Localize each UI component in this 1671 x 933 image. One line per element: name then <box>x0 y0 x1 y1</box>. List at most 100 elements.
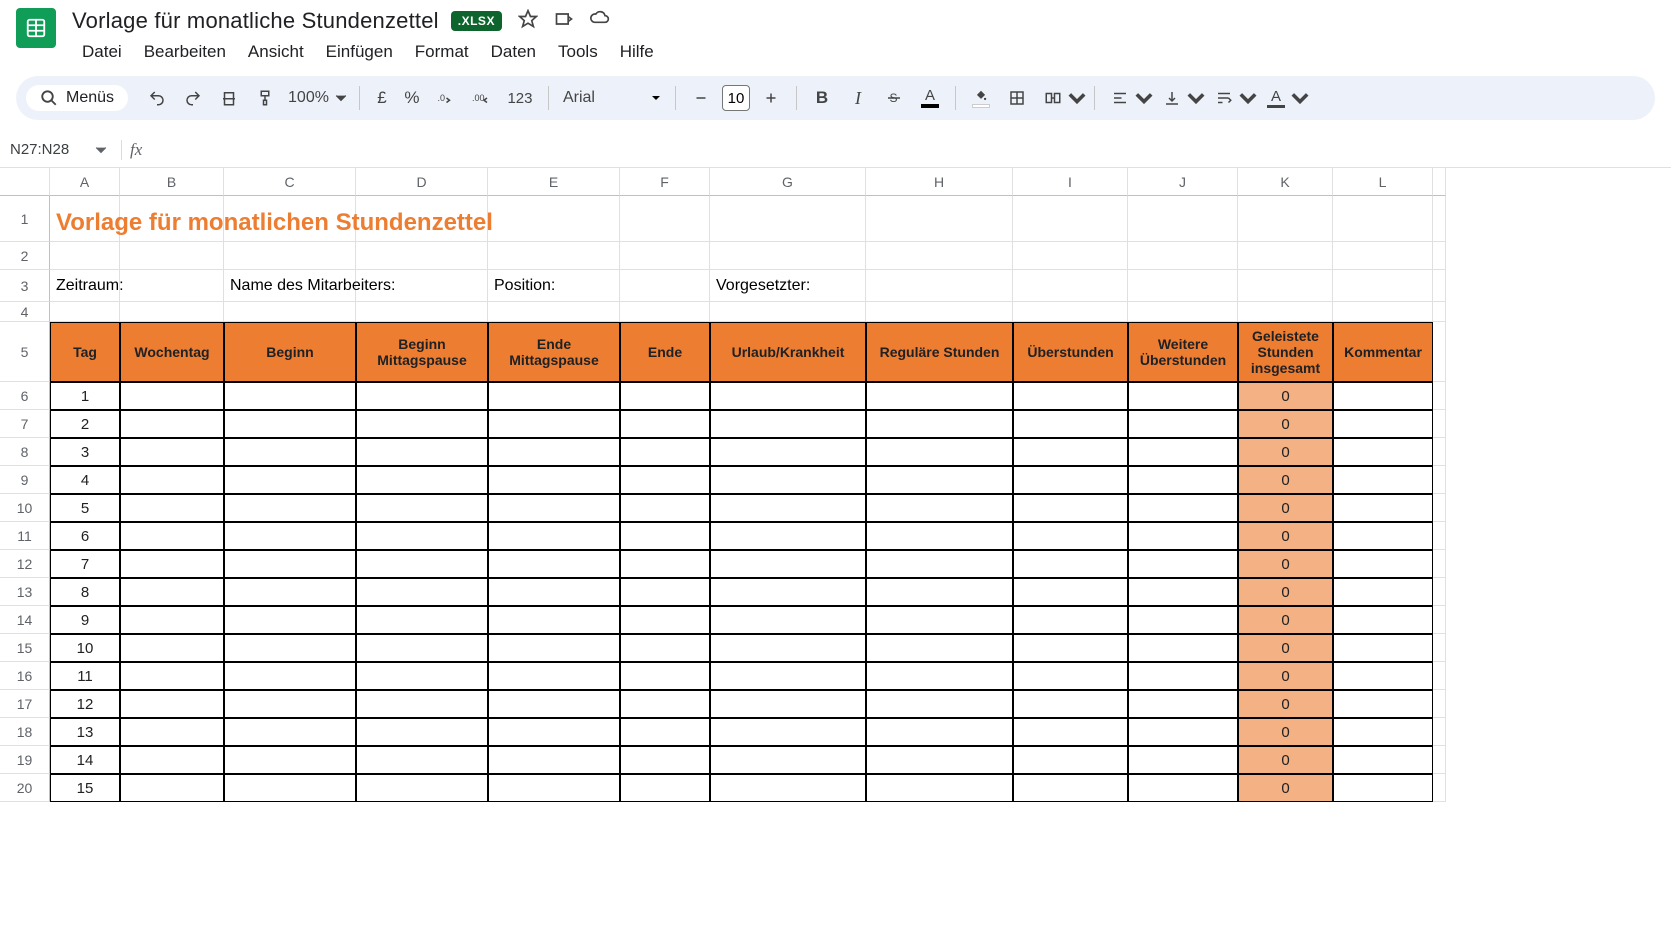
th-gesamt[interactable]: Geleistete Stunden insgesamt <box>1238 322 1333 382</box>
cell[interactable] <box>620 690 710 718</box>
cell[interactable] <box>356 634 488 662</box>
cell[interactable] <box>866 438 1013 466</box>
cell[interactable] <box>1238 196 1333 242</box>
menus-search[interactable]: Menüs <box>26 85 128 111</box>
cell[interactable] <box>620 196 710 242</box>
cell[interactable] <box>1433 774 1446 802</box>
cell[interactable] <box>1128 550 1238 578</box>
cell[interactable] <box>1013 382 1128 410</box>
cell[interactable] <box>866 634 1013 662</box>
cell[interactable] <box>1433 634 1446 662</box>
cell[interactable] <box>1013 242 1128 270</box>
cell[interactable] <box>1333 662 1433 690</box>
cell[interactable] <box>620 302 710 322</box>
cell[interactable] <box>356 522 488 550</box>
cell[interactable] <box>356 662 488 690</box>
cell[interactable] <box>710 690 866 718</box>
row-header[interactable]: 20 <box>0 774 50 802</box>
th-ende[interactable]: Ende <box>620 322 710 382</box>
cell[interactable] <box>1433 550 1446 578</box>
cell[interactable] <box>710 774 866 802</box>
cell[interactable] <box>710 302 866 322</box>
cell-day[interactable]: 9 <box>50 606 120 634</box>
cell[interactable] <box>120 382 224 410</box>
cell[interactable] <box>1433 438 1446 466</box>
cell-total[interactable]: 0 <box>1238 410 1333 438</box>
cell[interactable] <box>120 606 224 634</box>
cell[interactable] <box>488 302 620 322</box>
move-icon[interactable] <box>554 9 574 34</box>
cell[interactable] <box>224 438 356 466</box>
cell[interactable] <box>224 466 356 494</box>
row-header[interactable]: 7 <box>0 410 50 438</box>
col-header-J[interactable]: J <box>1128 168 1238 196</box>
cell[interactable] <box>356 494 488 522</box>
th-urlaub[interactable]: Urlaub/Krankheit <box>710 322 866 382</box>
cell[interactable] <box>1013 634 1128 662</box>
cell-day[interactable]: 8 <box>50 578 120 606</box>
valign-button[interactable] <box>1155 82 1189 114</box>
halign-dropdown[interactable] <box>1135 82 1153 114</box>
cell[interactable] <box>120 270 224 302</box>
cell[interactable] <box>488 550 620 578</box>
cell[interactable] <box>1333 522 1433 550</box>
cell-day[interactable]: 5 <box>50 494 120 522</box>
th-weitere[interactable]: Weitere Überstunden <box>1128 322 1238 382</box>
cell[interactable] <box>120 662 224 690</box>
font-size-input[interactable] <box>722 85 750 111</box>
cell[interactable] <box>1238 302 1333 322</box>
cell[interactable] <box>710 634 866 662</box>
cell[interactable] <box>620 662 710 690</box>
cell[interactable] <box>120 746 224 774</box>
decrease-font-button[interactable] <box>684 82 718 114</box>
cell[interactable] <box>224 662 356 690</box>
cell[interactable] <box>1333 746 1433 774</box>
cell[interactable] <box>488 382 620 410</box>
cell[interactable] <box>710 438 866 466</box>
cell[interactable] <box>356 690 488 718</box>
cell[interactable] <box>488 774 620 802</box>
cell[interactable] <box>1128 746 1238 774</box>
cell[interactable] <box>120 410 224 438</box>
row-header[interactable]: 1 <box>0 196 50 242</box>
col-header-L[interactable]: L <box>1333 168 1433 196</box>
number-format-button[interactable]: 123 <box>500 82 540 114</box>
cell[interactable] <box>1128 494 1238 522</box>
undo-button[interactable] <box>140 82 174 114</box>
font-select[interactable]: Arial <box>557 89 667 107</box>
cell[interactable] <box>1013 606 1128 634</box>
cell-day[interactable]: 2 <box>50 410 120 438</box>
cell[interactable] <box>488 606 620 634</box>
cell[interactable] <box>1433 196 1446 242</box>
cell[interactable] <box>1333 466 1433 494</box>
cell[interactable] <box>1128 606 1238 634</box>
cell[interactable] <box>1333 494 1433 522</box>
cell[interactable] <box>620 774 710 802</box>
cell[interactable] <box>356 774 488 802</box>
cell[interactable] <box>1013 302 1128 322</box>
cell[interactable] <box>120 302 224 322</box>
cell[interactable] <box>1333 690 1433 718</box>
cell[interactable] <box>120 634 224 662</box>
cell[interactable] <box>488 718 620 746</box>
row-header[interactable]: 4 <box>0 302 50 322</box>
col-header-F[interactable]: F <box>620 168 710 196</box>
cell-total[interactable]: 0 <box>1238 662 1333 690</box>
bold-button[interactable]: B <box>805 82 839 114</box>
cell[interactable] <box>1128 522 1238 550</box>
cell[interactable] <box>1013 578 1128 606</box>
cell[interactable] <box>1333 774 1433 802</box>
col-header-I[interactable]: I <box>1013 168 1128 196</box>
col-header-A[interactable]: A <box>50 168 120 196</box>
cell[interactable] <box>488 746 620 774</box>
cell[interactable] <box>488 690 620 718</box>
cell-day[interactable]: 14 <box>50 746 120 774</box>
cell-total[interactable]: 0 <box>1238 578 1333 606</box>
cell[interactable] <box>224 550 356 578</box>
print-button[interactable] <box>212 82 246 114</box>
cell[interactable] <box>1333 410 1433 438</box>
cell[interactable] <box>1013 746 1128 774</box>
cell[interactable] <box>224 494 356 522</box>
cell[interactable] <box>1433 690 1446 718</box>
th-ueberstunden[interactable]: Überstunden <box>1013 322 1128 382</box>
